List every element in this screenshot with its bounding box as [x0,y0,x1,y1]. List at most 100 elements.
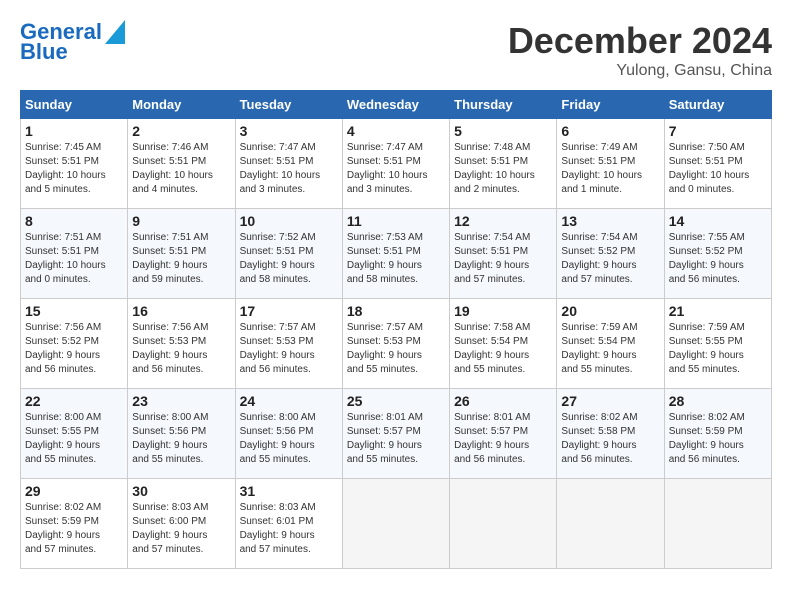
calendar-cell: 13 Sunrise: 7:54 AMSunset: 5:52 PMDayligh… [557,209,664,299]
cell-info: Sunrise: 8:02 AMSunset: 5:59 PMDaylight:… [669,411,767,467]
cell-info: Sunrise: 7:54 AMSunset: 5:51 PMDaylight:… [454,231,552,287]
cell-info: Sunrise: 7:51 AMSunset: 5:51 PMDaylight:… [25,231,123,287]
cell-info: Sunrise: 7:54 AMSunset: 5:52 PMDaylight:… [561,231,659,287]
location-subtitle: Yulong, Gansu, China [508,62,772,80]
cell-info: Sunrise: 7:46 AMSunset: 5:51 PMDaylight:… [132,141,230,197]
calendar-cell: 18Sunrise: 7:57 AMSunset: 5:53 PMDayligh… [342,299,449,389]
page-header: General Blue December 2024 Yulong, Gansu… [20,20,772,80]
calendar-cell: 5Sunrise: 7:48 AMSunset: 5:51 PMDaylight… [450,119,557,209]
cell-info: Sunrise: 7:56 AMSunset: 5:53 PMDaylight:… [132,321,230,377]
calendar-cell: 15Sunrise: 7:56 AMSunset: 5:52 PMDayligh… [21,299,128,389]
day-number: 11 [347,213,445,229]
cell-info: Sunrise: 7:48 AMSunset: 5:51 PMDaylight:… [454,141,552,197]
calendar-cell: 27Sunrise: 8:02 AMSunset: 5:58 PMDayligh… [557,389,664,479]
cell-info: Sunrise: 7:56 AMSunset: 5:52 PMDaylight:… [25,321,123,377]
cell-info: Sunrise: 7:59 AMSunset: 5:54 PMDaylight:… [561,321,659,377]
calendar-cell: 6 Sunrise: 7:49 AMSunset: 5:51 PMDaylight… [557,119,664,209]
cell-info: Sunrise: 7:51 AMSunset: 5:51 PMDaylight:… [132,231,230,287]
day-number: 1 [25,123,123,139]
month-title: December 2024 [508,20,772,62]
calendar-cell [557,479,664,569]
day-number: 28 [669,393,767,409]
cell-info: Sunrise: 7:58 AMSunset: 5:54 PMDaylight:… [454,321,552,377]
calendar-week-row: 15Sunrise: 7:56 AMSunset: 5:52 PMDayligh… [21,299,772,389]
day-number: 26 [454,393,552,409]
title-block: December 2024 Yulong, Gansu, China [508,20,772,80]
calendar-header: SundayMondayTuesdayWednesdayThursdayFrid… [21,91,772,119]
cell-info: Sunrise: 8:00 AMSunset: 5:56 PMDaylight:… [240,411,338,467]
day-header-sunday: Sunday [21,91,128,119]
cell-info: Sunrise: 8:02 AMSunset: 5:59 PMDaylight:… [25,501,123,557]
cell-info: Sunrise: 7:49 AMSunset: 5:51 PMDaylight:… [561,141,659,197]
cell-info: Sunrise: 7:47 AMSunset: 5:51 PMDaylight:… [240,141,338,197]
day-header-monday: Monday [128,91,235,119]
cell-info: Sunrise: 7:50 AMSunset: 5:51 PMDaylight:… [669,141,767,197]
day-number: 7 [669,123,767,139]
day-number: 21 [669,303,767,319]
logo-blue-text: Blue [20,40,68,64]
day-header-thursday: Thursday [450,91,557,119]
day-number: 25 [347,393,445,409]
logo: General Blue [20,20,125,64]
day-header-wednesday: Wednesday [342,91,449,119]
calendar-week-row: 8 Sunrise: 7:51 AMSunset: 5:51 PMDaylight… [21,209,772,299]
day-number: 24 [240,393,338,409]
calendar-cell: 26Sunrise: 8:01 AMSunset: 5:57 PMDayligh… [450,389,557,479]
day-number: 6 [561,123,659,139]
calendar-week-row: 22Sunrise: 8:00 AMSunset: 5:55 PMDayligh… [21,389,772,479]
day-number: 13 [561,213,659,229]
day-number: 30 [132,483,230,499]
cell-info: Sunrise: 8:02 AMSunset: 5:58 PMDaylight:… [561,411,659,467]
day-number: 20 [561,303,659,319]
cell-info: Sunrise: 7:55 AMSunset: 5:52 PMDaylight:… [669,231,767,287]
calendar-cell: 14 Sunrise: 7:55 AMSunset: 5:52 PMDayligh… [664,209,771,299]
calendar-cell [664,479,771,569]
day-number: 18 [347,303,445,319]
calendar-cell: 1 Sunrise: 7:45 AMSunset: 5:51 PMDaylight… [21,119,128,209]
day-number: 17 [240,303,338,319]
calendar-week-row: 1 Sunrise: 7:45 AMSunset: 5:51 PMDaylight… [21,119,772,209]
day-header-saturday: Saturday [664,91,771,119]
header-row: SundayMondayTuesdayWednesdayThursdayFrid… [21,91,772,119]
calendar-cell: 31Sunrise: 8:03 AMSunset: 6:01 PMDayligh… [235,479,342,569]
day-number: 14 [669,213,767,229]
calendar-cell: 2 Sunrise: 7:46 AMSunset: 5:51 PMDaylight… [128,119,235,209]
calendar-cell: 10 Sunrise: 7:52 AMSunset: 5:51 PMDayligh… [235,209,342,299]
calendar-cell: 17 Sunrise: 7:57 AMSunset: 5:53 PMDayligh… [235,299,342,389]
cell-info: Sunrise: 7:53 AMSunset: 5:51 PMDaylight:… [347,231,445,287]
day-number: 29 [25,483,123,499]
day-number: 10 [240,213,338,229]
day-number: 8 [25,213,123,229]
cell-info: Sunrise: 7:57 AMSunset: 5:53 PMDaylight:… [240,321,338,377]
cell-info: Sunrise: 7:52 AMSunset: 5:51 PMDaylight:… [240,231,338,287]
day-number: 4 [347,123,445,139]
cell-info: Sunrise: 8:03 AMSunset: 6:01 PMDaylight:… [240,501,338,557]
cell-info: Sunrise: 7:47 AMSunset: 5:51 PMDaylight:… [347,141,445,197]
day-number: 2 [132,123,230,139]
cell-info: Sunrise: 7:45 AMSunset: 5:51 PMDaylight:… [25,141,123,197]
calendar-cell: 25 Sunrise: 8:01 AMSunset: 5:57 PMDayligh… [342,389,449,479]
calendar-cell: 7 Sunrise: 7:50 AMSunset: 5:51 PMDaylight… [664,119,771,209]
day-number: 16 [132,303,230,319]
calendar-cell: 9Sunrise: 7:51 AMSunset: 5:51 PMDaylight… [128,209,235,299]
calendar-cell: 8 Sunrise: 7:51 AMSunset: 5:51 PMDaylight… [21,209,128,299]
calendar-cell: 19Sunrise: 7:58 AMSunset: 5:54 PMDayligh… [450,299,557,389]
cell-info: Sunrise: 8:03 AMSunset: 6:00 PMDaylight:… [132,501,230,557]
calendar-cell: 12 Sunrise: 7:54 AMSunset: 5:51 PMDayligh… [450,209,557,299]
calendar-cell: 4 Sunrise: 7:47 AMSunset: 5:51 PMDaylight… [342,119,449,209]
calendar-cell: 16 Sunrise: 7:56 AMSunset: 5:53 PMDayligh… [128,299,235,389]
day-header-friday: Friday [557,91,664,119]
cell-info: Sunrise: 8:01 AMSunset: 5:57 PMDaylight:… [347,411,445,467]
calendar-table: SundayMondayTuesdayWednesdayThursdayFrid… [20,90,772,569]
calendar-cell: 20 Sunrise: 7:59 AMSunset: 5:54 PMDayligh… [557,299,664,389]
calendar-cell: 24 Sunrise: 8:00 AMSunset: 5:56 PMDayligh… [235,389,342,479]
calendar-cell: 3 Sunrise: 7:47 AMSunset: 5:51 PMDaylight… [235,119,342,209]
calendar-body: 1 Sunrise: 7:45 AMSunset: 5:51 PMDaylight… [21,119,772,569]
calendar-cell: 28 Sunrise: 8:02 AMSunset: 5:59 PMDayligh… [664,389,771,479]
calendar-cell: 23Sunrise: 8:00 AMSunset: 5:56 PMDayligh… [128,389,235,479]
day-number: 3 [240,123,338,139]
calendar-cell [450,479,557,569]
day-number: 22 [25,393,123,409]
day-number: 12 [454,213,552,229]
day-header-tuesday: Tuesday [235,91,342,119]
